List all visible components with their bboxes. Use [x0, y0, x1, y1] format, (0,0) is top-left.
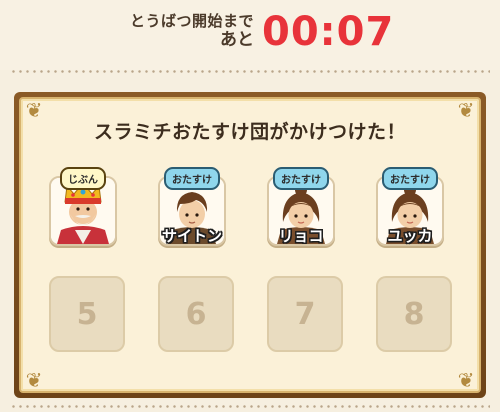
helper-badge: おたすけ — [382, 167, 438, 190]
empty-party-slot[interactable]: 5 — [49, 276, 125, 352]
slot-number: 6 — [185, 296, 207, 332]
dotted-divider-top — [10, 70, 490, 73]
slot-number: 8 — [403, 296, 425, 332]
countdown-label: とうばつ開始まで あと — [122, 12, 254, 50]
member-name: サイトン — [161, 227, 223, 245]
self-badge: じぶん — [60, 167, 106, 190]
dotted-divider-bottom — [10, 405, 490, 408]
slot-number: 7 — [294, 296, 316, 332]
party-slot-helper[interactable]: おたすけ リョコ — [267, 167, 335, 246]
helper-badge: おたすけ — [164, 167, 220, 190]
countdown-timer: 00:07 — [262, 9, 395, 55]
party-slot-helper[interactable]: おたすけ サイトン — [158, 167, 226, 246]
party-panel: ❦ ❦ ❦ ❦ スラミチおたすけ団がかけつけた！ じぶん おたすけ サイトン お… — [14, 92, 486, 398]
party-panel-inner: ❦ ❦ ❦ ❦ スラミチおたすけ団がかけつけた！ じぶん おたすけ サイトン お… — [19, 97, 481, 393]
ornament-icon: ❦ — [457, 368, 475, 392]
member-name: リョコ — [278, 227, 324, 245]
countdown-label-line1: とうばつ開始まで — [129, 12, 254, 30]
empty-party-slot[interactable]: 7 — [267, 276, 343, 352]
party-slot-self[interactable]: じぶん — [49, 167, 117, 246]
member-name: ユッカ — [387, 227, 433, 245]
header: とうばつ開始まで あと 00:07 — [0, 0, 500, 70]
empty-party-slot[interactable]: 8 — [376, 276, 452, 352]
slot-number: 5 — [76, 296, 98, 332]
panel-title: スラミチおたすけ団がかけつけた！ — [93, 121, 406, 143]
empty-party-slot[interactable]: 6 — [158, 276, 234, 352]
party-slot-helper[interactable]: おたすけ ユッカ — [376, 167, 444, 246]
countdown-label-line2: あと — [220, 29, 254, 50]
ornament-icon: ❦ — [25, 368, 43, 392]
helper-badge: おたすけ — [273, 167, 329, 190]
